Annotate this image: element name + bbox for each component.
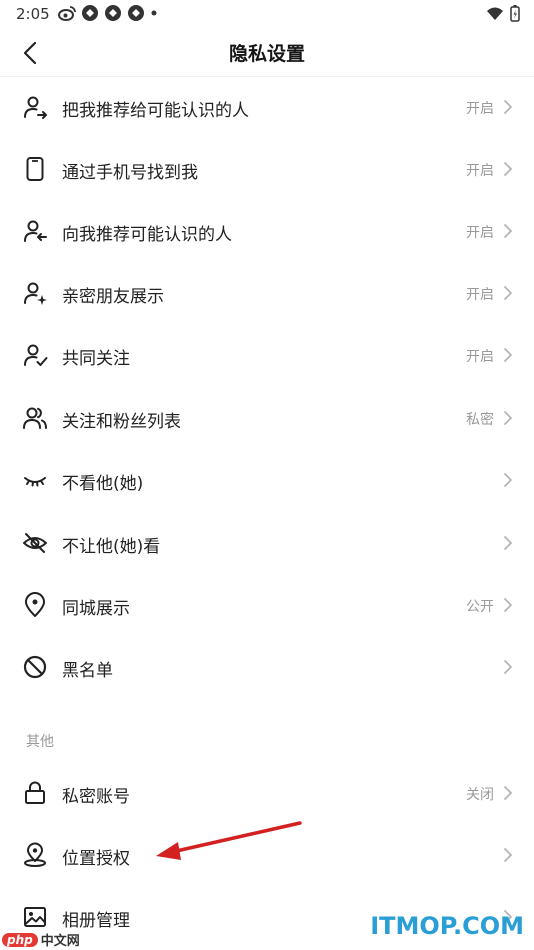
chevron-right-icon [504,286,512,300]
setting-label: 通过手机号找到我 [62,163,198,183]
image-icon [24,907,46,927]
setting-recommend-people-to-me[interactable]: 向我推荐可能认识的人 开启 [0,201,534,263]
setting-blacklist[interactable]: 黑名单 [0,637,534,699]
chevron-right-icon [504,660,512,674]
chevron-right-icon [504,786,512,800]
user-share-icon [24,96,47,119]
user-recommend-icon [24,220,47,242]
chevron-right-icon [504,224,512,238]
setting-value: 关闭 [466,787,494,803]
setting-value: 私密 [466,412,494,428]
itmop-watermark: ITMOP.COM [370,912,524,940]
block-icon [23,655,47,679]
setting-private-account[interactable]: 私密账号 关闭 [0,763,534,825]
setting-value: 开启 [466,225,494,241]
setting-label: 黑名单 [62,661,113,681]
chevron-right-icon [504,162,512,176]
chevron-right-icon [504,100,512,114]
setting-label: 不让他(她)看 [62,537,161,557]
setting-value: 开启 [466,101,494,117]
chevron-right-icon [504,848,512,862]
page-title: 隐私设置 [228,43,305,65]
status-time: 2:05 [16,5,50,23]
chevron-right-icon [504,598,512,612]
setting-find-me-by-phone[interactable]: 通过手机号找到我 开启 [0,139,534,201]
weibo-icon [58,6,76,21]
setting-label: 亲密朋友展示 [62,287,164,307]
setting-label: 位置授权 [62,849,130,869]
user-sparkle-icon [24,282,47,305]
phone-icon [26,157,44,181]
php-badge: php [2,932,38,947]
setting-hide-from-them[interactable]: 不让他(她)看 [0,513,534,575]
location-auth-icon [24,842,46,867]
setting-label: 关注和粉丝列表 [62,412,181,432]
php-watermark: php 中文网 [2,930,80,949]
setting-label: 不看他(她) [62,474,144,494]
setting-local-display[interactable]: 同城展示 公开 [0,575,534,637]
battery-icon [510,5,520,22]
setting-value: 开启 [466,349,494,365]
chevron-right-icon [504,473,512,487]
chevron-right-icon [504,411,512,425]
setting-value: 开启 [466,287,494,303]
user-check-icon [24,344,48,366]
setting-follow-and-fans-list[interactable]: 关注和粉丝列表 私密 [0,388,534,450]
setting-value: 公开 [466,599,494,615]
users-icon [23,407,47,429]
section-title-other: 其他 [26,734,54,750]
status-right-icons [486,5,520,22]
setting-label: 私密账号 [62,787,130,807]
chevron-right-icon [504,536,512,550]
more-notifications-dot-icon [151,10,157,16]
setting-value: 开启 [466,163,494,179]
app-notification-icon-2 [105,5,121,21]
setting-recommend-me-to-others[interactable]: 把我推荐给可能认识的人 开启 [0,77,534,139]
php-watermark-text: 中文网 [40,934,80,949]
closed-eye-icon [24,477,46,487]
setting-close-friends-display[interactable]: 亲密朋友展示 开启 [0,263,534,325]
setting-mutual-follows[interactable]: 共同关注 开启 [0,325,534,387]
notification-icons [58,4,158,22]
app-notification-icon [82,5,98,21]
chevron-right-icon [504,348,512,362]
setting-location-authorization[interactable]: 位置授权 [0,825,534,887]
setting-label: 同城展示 [62,599,130,619]
setting-label: 向我推荐可能认识的人 [62,225,232,245]
eye-off-icon [23,533,47,553]
setting-hide-their-posts[interactable]: 不看他(她) [0,450,534,512]
setting-label: 共同关注 [62,349,130,369]
lock-icon [25,781,45,804]
location-pin-icon [25,592,45,617]
app-notification-icon-3 [128,5,144,21]
setting-label: 相册管理 [62,911,130,931]
nav-header: 隐私设置 [0,28,534,76]
setting-label: 把我推荐给可能认识的人 [62,101,249,121]
status-bar: 2:05 [0,0,534,28]
wifi-icon [487,7,503,20]
